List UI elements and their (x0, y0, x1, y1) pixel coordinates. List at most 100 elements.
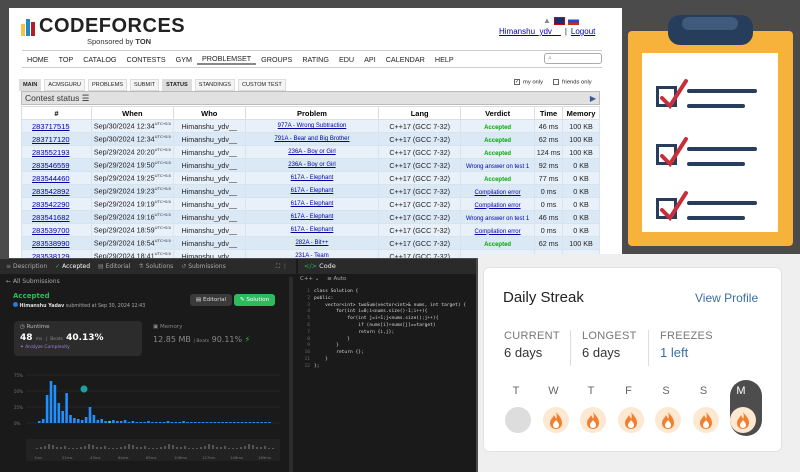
tab-editorial[interactable]: ▤ Editorial (98, 263, 130, 270)
histogram-bar[interactable] (77, 419, 80, 423)
subtab-status[interactable]: STATUS (162, 79, 192, 91)
histogram-bar[interactable] (178, 422, 181, 423)
problem-link[interactable]: 617A - Elephant (244, 171, 380, 185)
submission-id-link[interactable]: 283541682 (21, 210, 92, 224)
histogram-bar[interactable] (240, 422, 244, 423)
problem-link[interactable]: 977A - Wrong Subtraction (244, 119, 380, 133)
menu-item-home[interactable]: HOME (22, 55, 54, 64)
histogram-bar[interactable] (88, 407, 92, 423)
histogram-bar[interactable] (264, 422, 267, 423)
language-selector[interactable]: C++ ⌄ ≡ Auto (300, 276, 346, 282)
menu-item-calendar[interactable]: CALENDAR (381, 55, 430, 64)
username-link[interactable]: Himanshu_ydv__ (499, 27, 561, 36)
histogram-bar[interactable] (38, 421, 41, 423)
histogram-bar[interactable] (268, 422, 271, 423)
runtime-card[interactable]: ◷ Runtime 48 ms | Beats 40.13% ✦ Analyze… (14, 321, 142, 356)
who-link[interactable]: Himanshu_ydv__ (172, 249, 246, 258)
column-header[interactable]: When (90, 106, 174, 120)
arrow-right-icon[interactable]: ▶ (590, 92, 596, 105)
ru-flag-icon[interactable] (567, 16, 579, 25)
problem-link[interactable]: 617A - Elephant (244, 197, 380, 211)
problem-link[interactable]: 236A - Boy or Girl (244, 158, 380, 172)
logout-link[interactable]: Logout (571, 27, 595, 36)
histogram-bar[interactable] (244, 422, 248, 423)
histogram-bar[interactable] (174, 422, 178, 423)
submission-id-link[interactable]: 283538129 (21, 249, 92, 258)
expand-icon[interactable]: ⛶ (276, 263, 280, 270)
histogram-bar[interactable] (112, 420, 115, 423)
analyze-complexity-link[interactable]: Analyze Complexity (25, 345, 70, 350)
menu-item-catalog[interactable]: CATALOG (78, 55, 121, 64)
histogram-bar[interactable] (170, 422, 174, 423)
menu-item-gym[interactable]: GYM (171, 55, 197, 64)
histogram-bar[interactable] (233, 422, 236, 423)
friends-only-filter[interactable]: friends only (552, 79, 592, 86)
histogram-bar[interactable] (252, 422, 256, 423)
all-submissions-link[interactable]: ← All Submissions (6, 278, 60, 285)
view-profile-link[interactable]: View Profile (695, 291, 758, 305)
histogram-bar[interactable] (100, 419, 103, 423)
histogram-bar[interactable] (57, 403, 61, 423)
code-tab[interactable]: Code (319, 262, 336, 270)
histogram-bar[interactable] (53, 385, 57, 423)
list-icon[interactable]: ☰ (82, 93, 90, 103)
column-header[interactable]: Problem (244, 106, 380, 120)
submission-id-link[interactable]: 283546559 (21, 158, 92, 172)
verdict-text[interactable]: Compilation error (475, 190, 521, 196)
subtab-custom-test[interactable]: CUSTOM TEST (237, 79, 286, 91)
histogram-bar[interactable] (45, 395, 49, 423)
my-runtime-marker-icon[interactable] (80, 385, 88, 393)
histogram-bar[interactable] (104, 421, 107, 423)
menu-item-problemset[interactable]: PROBLEMSET (197, 54, 257, 65)
subtab-standings[interactable]: STANDINGS (194, 79, 235, 91)
problem-link[interactable]: 236A - Boy or Girl (244, 145, 380, 159)
histogram-bar[interactable] (194, 422, 197, 423)
submission-id-link[interactable]: 283539700 (21, 223, 92, 237)
who-link[interactable]: Himanshu_ydv__ (172, 119, 246, 133)
submission-id-link[interactable]: 283717515 (21, 119, 92, 133)
histogram-bar[interactable] (65, 393, 68, 423)
submission-id-link[interactable]: 283538990 (21, 236, 92, 250)
tab-accepted[interactable]: ✓ Accepted (55, 263, 90, 270)
histogram-bar[interactable] (147, 421, 150, 423)
histogram-bar[interactable] (197, 422, 201, 423)
histogram-bar[interactable] (217, 422, 220, 423)
histogram-bar[interactable] (96, 420, 100, 423)
histogram-bar[interactable] (92, 415, 96, 423)
who-link[interactable]: Himanshu_ydv__ (172, 197, 246, 211)
memory-card[interactable]: ▣ Memory 12.85 MB | Beats 90.11% ⚡ (147, 321, 275, 356)
histogram-bar[interactable] (119, 421, 123, 423)
histogram-bar[interactable] (260, 422, 263, 423)
subtab-submit[interactable]: SUBMIT (130, 79, 160, 91)
fire-day-icon[interactable] (692, 407, 719, 433)
submission-id-link[interactable]: 283544460 (21, 171, 92, 185)
subtab-problems[interactable]: PROBLEMS (87, 79, 128, 91)
tab-description[interactable]: ≡ Description (6, 263, 47, 270)
histogram-bar[interactable] (73, 418, 76, 423)
histogram-bar[interactable] (61, 411, 64, 423)
subtab-main[interactable]: MAIN (19, 79, 42, 91)
histogram-bar[interactable] (166, 421, 170, 423)
problem-link[interactable]: 617A - Elephant (244, 223, 380, 237)
histogram-bar[interactable] (221, 422, 224, 423)
histogram-bar[interactable] (190, 422, 193, 423)
histogram-bar[interactable] (116, 421, 119, 423)
histogram-bar[interactable] (205, 422, 209, 423)
fire-day-icon[interactable] (730, 407, 756, 433)
subtab-acmsguru[interactable]: ACMSGURU (44, 79, 85, 91)
who-link[interactable]: Himanshu_ydv__ (172, 145, 246, 159)
solution-button[interactable]: ✎ Solution (234, 294, 275, 306)
notification-icon[interactable]: ▲ (543, 16, 551, 25)
problem-link[interactable]: 282A - Bit++ (244, 236, 380, 250)
submission-id-link[interactable]: 283552193 (21, 145, 92, 159)
histogram-bar[interactable] (69, 415, 72, 423)
histogram-bar[interactable] (182, 421, 185, 423)
tab-solutions[interactable]: ⚗ Solutions (138, 263, 173, 270)
who-link[interactable]: Himanshu_ydv__ (172, 236, 246, 250)
submission-id-link[interactable]: 283717120 (21, 132, 92, 146)
checkbox-checked-icon[interactable]: ✓ (514, 79, 520, 85)
menu-item-groups[interactable]: GROUPS (256, 55, 297, 64)
fire-day-icon[interactable] (542, 407, 569, 433)
column-header[interactable]: # (21, 106, 92, 120)
menu-item-help[interactable]: HELP (430, 55, 459, 64)
